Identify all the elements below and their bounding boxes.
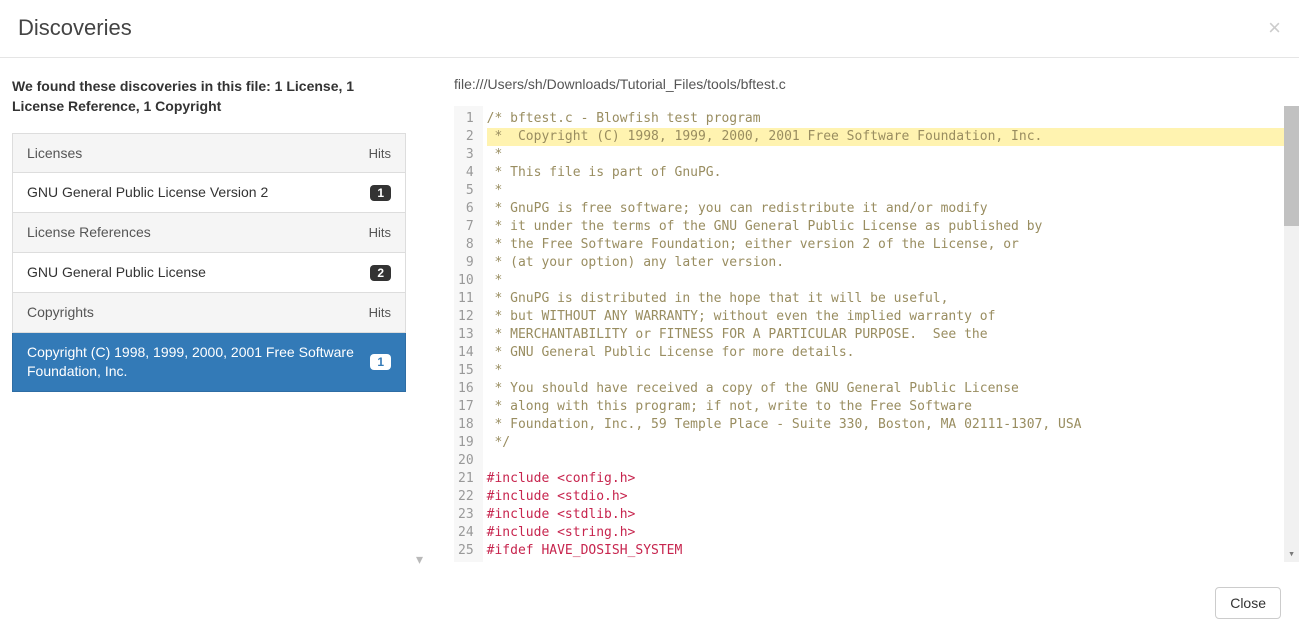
code-line: * GnuPG is free software; you can redist… [487,200,1284,218]
hits-badge: 1 [370,354,391,370]
file-preview-panel: file:///Users/sh/Downloads/Tutorial_File… [414,76,1299,562]
line-number: 26 [458,560,474,562]
code-line: */ [487,434,1284,452]
close-icon[interactable]: × [1268,17,1281,39]
list-item-license[interactable]: GNU General Public License Version 2 1 [12,173,406,213]
modal-header: Discoveries × [0,0,1299,58]
line-number: 2 [458,128,474,146]
line-number: 4 [458,164,474,182]
line-number: 14 [458,344,474,362]
code-line: * [487,146,1284,164]
hits-column-label: Hits [369,146,391,161]
code-line: * MERCHANTABILITY or FITNESS FOR A PARTI… [487,326,1284,344]
line-number: 9 [458,254,474,272]
modal-footer: Close [0,574,1299,633]
list-item-label: Copyright (C) 1998, 1999, 2000, 2001 Fre… [27,343,370,381]
code-line: #include <config.h> [487,470,1284,488]
line-number: 15 [458,362,474,380]
code-line: #include <io.h> [487,560,1284,562]
section-title: Licenses [27,144,369,163]
code-line: * GNU General Public License for more de… [487,344,1284,362]
line-number: 19 [458,434,474,452]
line-number: 12 [458,308,474,326]
code-line: #include <string.h> [487,524,1284,542]
code-line: #include <stdlib.h> [487,506,1284,524]
line-number: 25 [458,542,474,560]
code-line: * it under the terms of the GNU General … [487,218,1284,236]
discoveries-panel: We found these discoveries in this file:… [12,76,414,562]
hits-badge: 1 [370,185,391,201]
code-line: * [487,272,1284,290]
line-number: 6 [458,200,474,218]
section-title: License References [27,223,369,242]
code-line: * Copyright (C) 1998, 1999, 2000, 2001 F… [487,128,1284,146]
list-item-label: GNU General Public License [27,263,370,282]
line-number: 17 [458,398,474,416]
list-item-label: GNU General Public License Version 2 [27,183,370,202]
line-number: 3 [458,146,474,164]
code-line [487,452,1284,470]
line-number: 23 [458,506,474,524]
close-button[interactable]: Close [1215,587,1281,619]
code-line: * This file is part of GnuPG. [487,164,1284,182]
line-number: 16 [458,380,474,398]
hits-column-label: Hits [369,305,391,320]
discoveries-modal: Discoveries × We found these discoveries… [0,0,1299,633]
code-line: #ifdef HAVE_DOSISH_SYSTEM [487,542,1284,560]
code-line: * [487,182,1284,200]
discoveries-list: Licenses Hits GNU General Public License… [12,133,406,392]
line-number: 24 [458,524,474,542]
list-item-license-reference[interactable]: GNU General Public License 2 [12,253,406,293]
code-line: * Foundation, Inc., 59 Temple Place - Su… [487,416,1284,434]
hits-badge: 2 [370,265,391,281]
scrollbar-thumb[interactable] [1284,106,1299,226]
vertical-scrollbar[interactable]: ▾ [1284,106,1299,562]
scroll-down-icon[interactable]: ▾ [1284,546,1299,562]
line-number: 13 [458,326,474,344]
line-number: 10 [458,272,474,290]
line-number: 7 [458,218,474,236]
code-line: * [487,362,1284,380]
line-number: 11 [458,290,474,308]
code-line: * (at your option) any later version. [487,254,1284,272]
code-line: #include <stdio.h> [487,488,1284,506]
line-number: 1 [458,110,474,128]
code-line: /* bftest.c - Blowfish test program [487,110,1284,128]
modal-title: Discoveries [18,15,132,41]
line-number: 20 [458,452,474,470]
summary-text: We found these discoveries in this file:… [12,76,406,117]
list-item-copyright[interactable]: Copyright (C) 1998, 1999, 2000, 2001 Fre… [12,333,406,392]
line-number: 5 [458,182,474,200]
code-line: * GnuPG is distributed in the hope that … [487,290,1284,308]
code-content[interactable]: /* bftest.c - Blowfish test program * Co… [483,106,1284,562]
line-number: 22 [458,488,474,506]
code-line: * but WITHOUT ANY WARRANTY; without even… [487,308,1284,326]
section-header-licenses: Licenses Hits [12,134,406,174]
code-line: * the Free Software Foundation; either v… [487,236,1284,254]
line-number: 18 [458,416,474,434]
hits-column-label: Hits [369,225,391,240]
code-line: * You should have received a copy of the… [487,380,1284,398]
section-header-license-references: License References Hits [12,213,406,253]
modal-body: We found these discoveries in this file:… [0,58,1299,574]
code-line: * along with this program; if not, write… [487,398,1284,416]
line-number: 21 [458,470,474,488]
section-title: Copyrights [27,303,369,322]
line-number: 8 [458,236,474,254]
code-viewer: 1234567891011121314151617181920212223242… [454,106,1299,562]
file-path: file:///Users/sh/Downloads/Tutorial_File… [454,76,1299,92]
line-number-gutter: 1234567891011121314151617181920212223242… [454,106,483,562]
section-header-copyrights: Copyrights Hits [12,293,406,333]
